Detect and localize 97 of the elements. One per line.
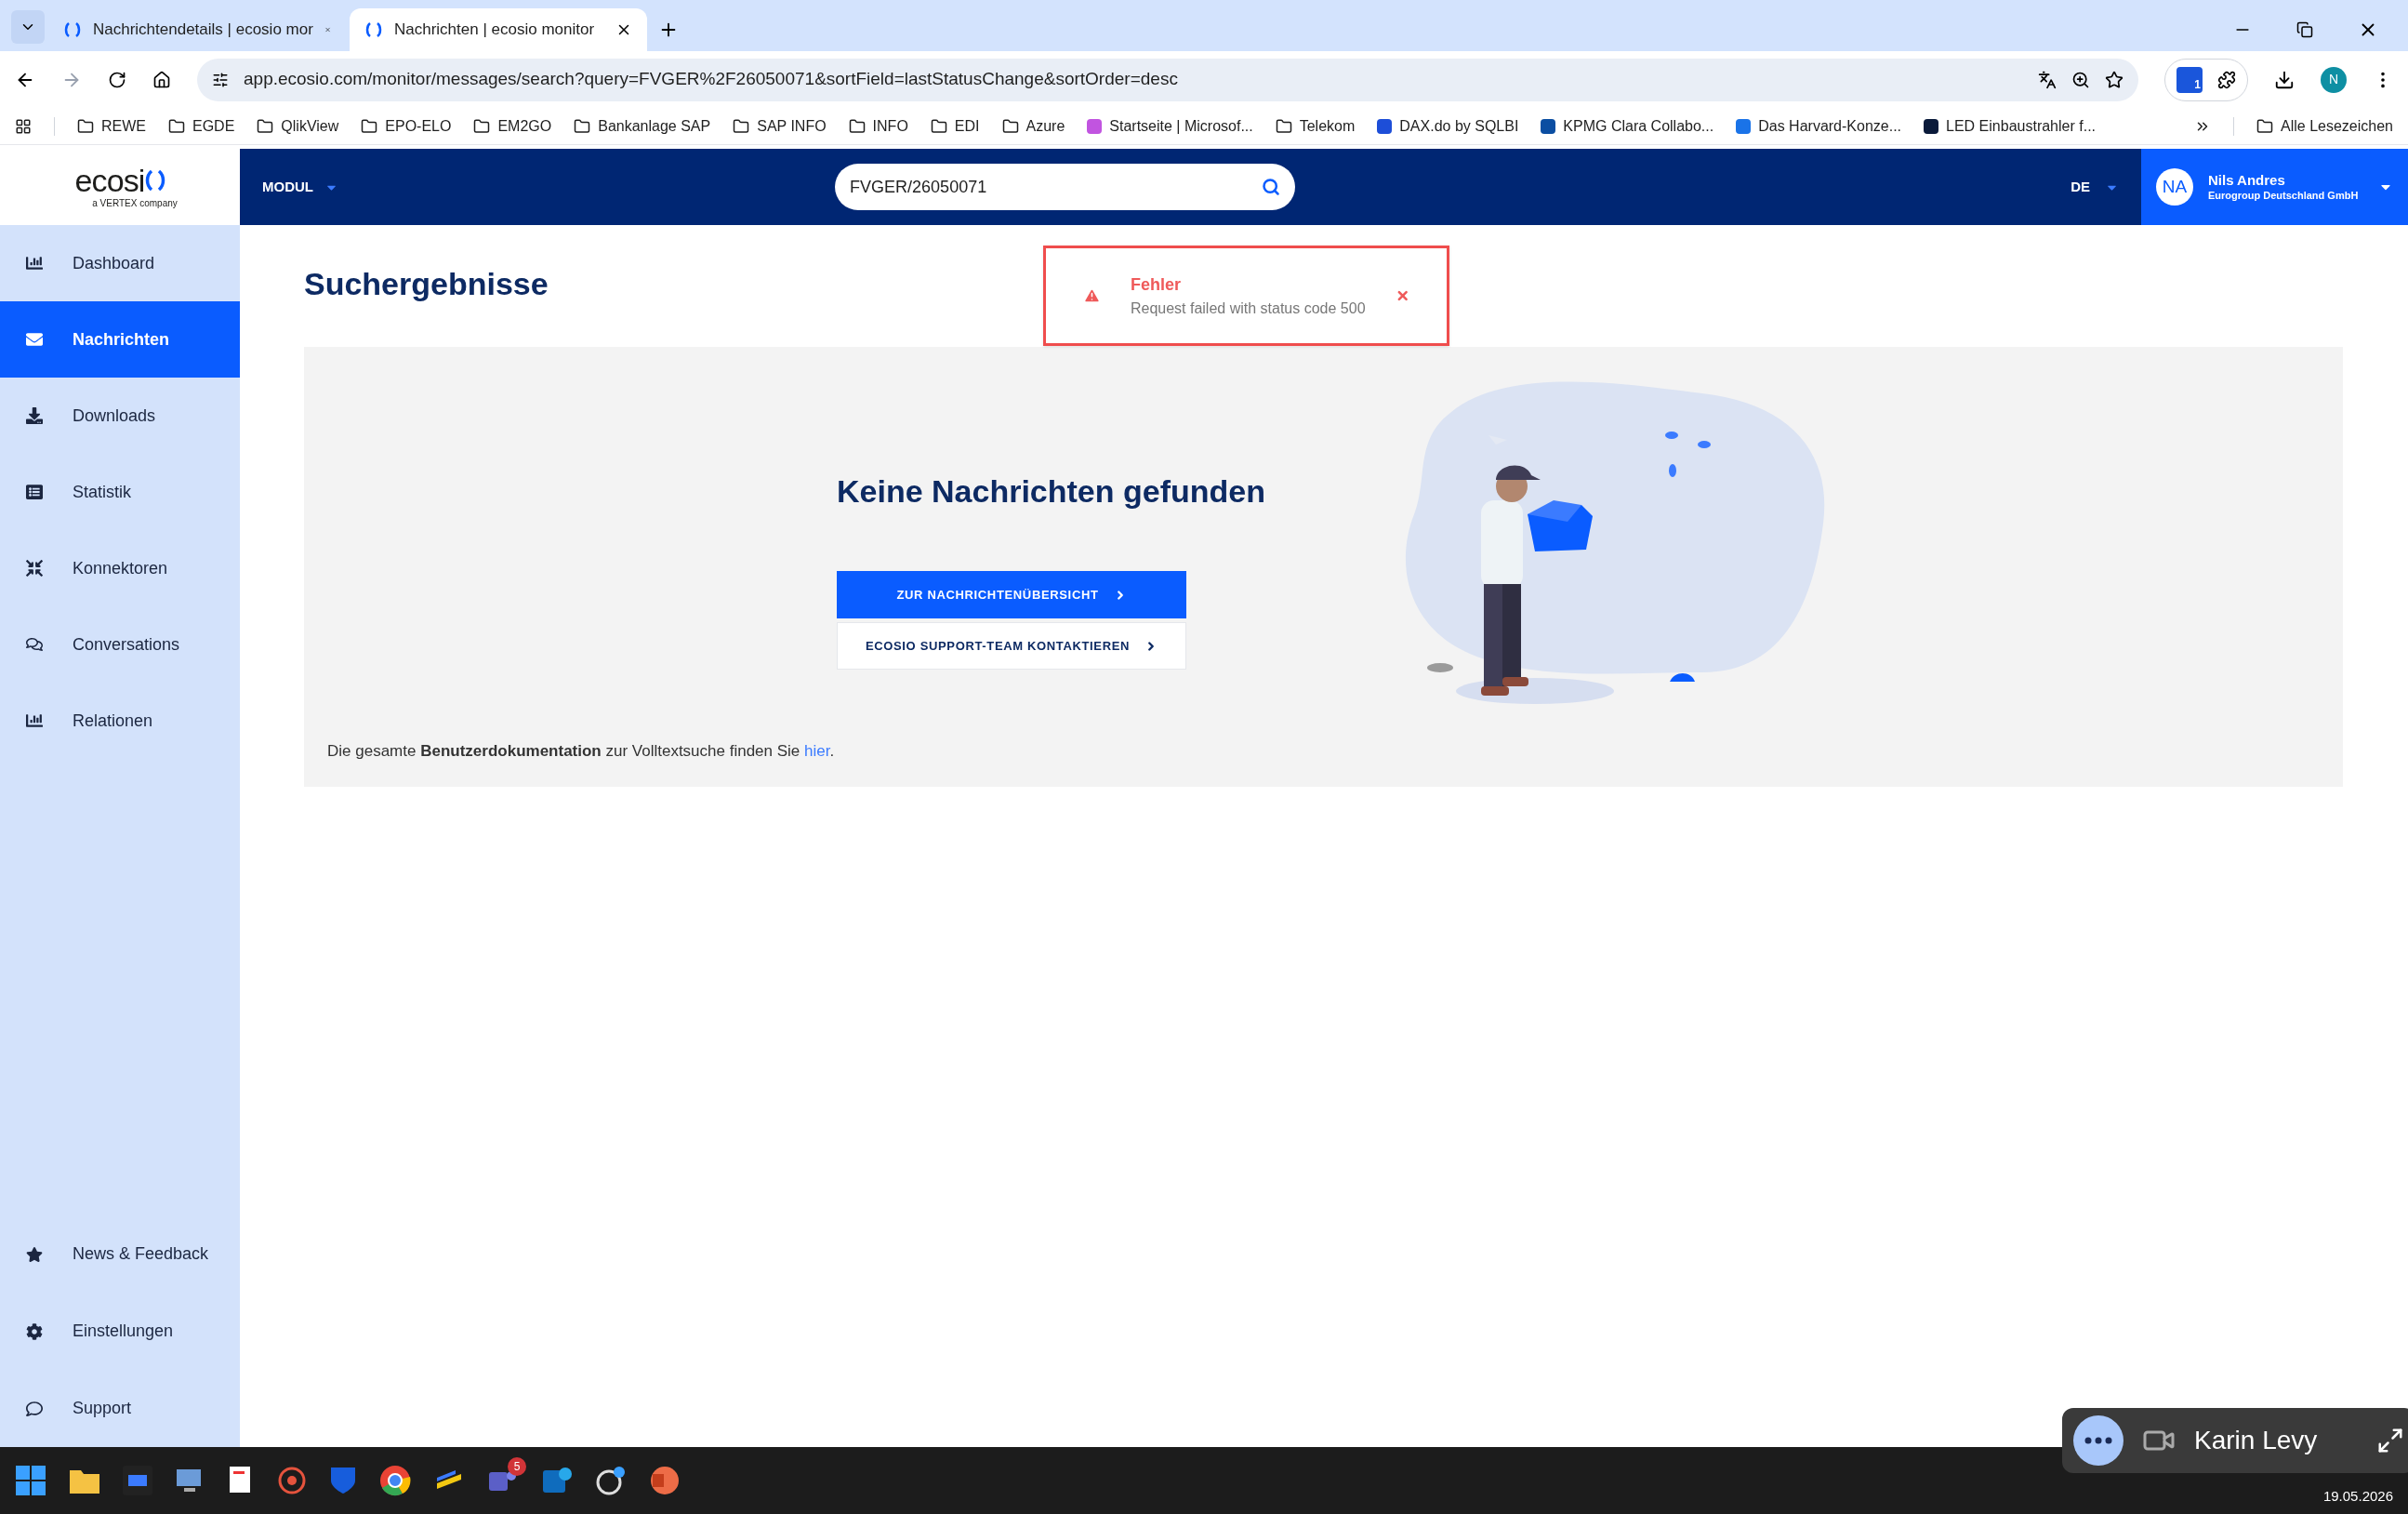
translate-icon[interactable] (2038, 70, 2057, 89)
folder-icon (1001, 117, 1019, 135)
ellipsis-icon (2084, 1437, 2112, 1444)
folder-icon (930, 117, 947, 135)
puzzle-icon[interactable] (2217, 70, 2236, 89)
language-menu[interactable]: DE (2071, 176, 2119, 198)
brackets-icon (63, 21, 82, 38)
overview-button[interactable]: ZUR NACHRICHTENÜBERSICHT (837, 571, 1186, 618)
sidebar-item[interactable]: Statistik (0, 454, 240, 530)
bookmark[interactable]: INFO (848, 114, 908, 138)
home-icon[interactable] (152, 70, 171, 89)
bookmark[interactable]: Das Harvard-Konze... (1736, 114, 1902, 138)
sidebar-item[interactable]: News & Feedback (0, 1215, 240, 1293)
shield-icon[interactable] (329, 1466, 357, 1495)
more-button[interactable] (2073, 1415, 2124, 1466)
bookmark[interactable]: Telekom (1275, 114, 1356, 138)
toast-message: Request failed with status code 500 (1130, 299, 1366, 318)
bookmark[interactable]: EGDE (168, 114, 235, 138)
sidebar-item[interactable]: Einstellungen (0, 1293, 240, 1370)
tab-title: Nachrichten | ecosio monitor (394, 20, 596, 41)
browser-tab[interactable]: Nachrichten | ecosio monitor (350, 8, 647, 51)
bookmark[interactable]: EM2GO (473, 114, 552, 138)
support-button[interactable]: ECOSIO SUPPORT-TEAM KONTAKTIEREN (837, 622, 1186, 670)
bookmark[interactable]: QlikView (257, 114, 339, 138)
chat-icon (26, 636, 43, 653)
download-icon[interactable] (2274, 69, 2295, 90)
browser-tab[interactable]: Nachrichtendetails | ecosio mor (48, 8, 346, 51)
chart-icon (26, 255, 43, 272)
sidebar-item[interactable]: Nachrichten (0, 301, 240, 378)
logo-text: ecosi (74, 164, 145, 196)
folder-icon (2256, 117, 2274, 135)
expand-icon[interactable] (2376, 1427, 2404, 1454)
bookmark[interactable]: Bankanlage SAP (574, 114, 711, 138)
settings-icon (26, 1322, 43, 1340)
bookmark[interactable]: EDI (930, 114, 980, 138)
caller-name: Karin Levy (2194, 1425, 2319, 1456)
folder-icon (574, 117, 591, 135)
folder-icon (473, 117, 491, 135)
sidebar-item[interactable]: Support (0, 1370, 240, 1447)
user-avatar: NA (2156, 168, 2193, 206)
bookmark[interactable]: EPO-ELO (361, 114, 452, 138)
zoom-icon[interactable] (2071, 70, 2090, 89)
folder-icon (361, 117, 378, 135)
folder-icon (168, 117, 185, 135)
sidebar-item[interactable]: Konnektoren (0, 530, 240, 606)
site-settings-icon[interactable] (212, 71, 229, 88)
help-text: Die gesamte Benutzerdokumentation zur Volltextsuche finden Sie hier. (327, 740, 836, 762)
reload-icon[interactable] (108, 70, 126, 89)
sidebar-item[interactable]: Conversations (0, 606, 240, 683)
bookmark[interactable]: Azure (1001, 114, 1065, 138)
user-company: Eurogroup Deutschland GmbH (2208, 189, 2360, 203)
page-title: Suchergebnisse (304, 265, 549, 303)
star-icon (26, 1245, 43, 1263)
url-text: app.ecosio.com/monitor/messages/search?query=FVGER%2F26050071&sortField=lastStatusChange&sortOrder=desc (244, 68, 1179, 91)
search-icon[interactable] (1262, 178, 1281, 196)
sidebar-item[interactable]: Downloads (0, 378, 240, 454)
folder-icon (257, 117, 274, 135)
download-icon (26, 407, 43, 424)
bookmark[interactable]: LED Einbaustrahler f... (1924, 114, 2096, 138)
record-icon[interactable] (277, 1466, 307, 1495)
brackets-icon (144, 167, 165, 193)
folder-icon (848, 117, 866, 135)
bookmark[interactable]: REWE (77, 114, 146, 138)
address-field[interactable]: app.ecosio.com/monitor/messages/search?query=FVGER%2F26050071&sortField=lastStatusChange&sortOrder=desc (197, 58, 2138, 101)
toast-title: Fehler (1130, 273, 1182, 296)
restore-icon[interactable] (2296, 21, 2313, 38)
folder-icon (733, 117, 750, 135)
brackets-icon (364, 21, 383, 38)
module-menu[interactable]: MODUL (262, 176, 338, 198)
tab-title: Nachrichtendetails | ecosio mor (93, 20, 313, 41)
notification-badge: 5 (508, 1457, 526, 1476)
profile-avatar[interactable]: N (2321, 66, 2347, 93)
date-text: 19.05.2026 (2322, 1486, 2393, 1506)
chart-icon (26, 712, 43, 729)
speech-bubble-icon (26, 1400, 43, 1417)
bookmark[interactable]: SAP INFO (733, 114, 827, 138)
user-name: Nils Andres (2208, 171, 2286, 190)
envelope-icon (26, 331, 43, 348)
search-field[interactable]: FVGER/26050071 (835, 164, 1296, 210)
user-menu[interactable]: NA Nils Andres Eurogroup Deutschland GmbH (2141, 149, 2408, 225)
bookmark[interactable]: Alle Lesezeichen (2256, 114, 2393, 138)
logo-tagline: a VERTEX company (92, 196, 178, 210)
browser-icon[interactable] (379, 1465, 411, 1496)
folder-icon (77, 117, 94, 135)
folder-icon (1275, 117, 1292, 135)
cross-arrows-icon (26, 560, 43, 577)
empty-heading: Keine Nachrichten gefunden (837, 472, 1265, 511)
bookmark[interactable]: Startseite | Microsof... (1087, 114, 1253, 138)
list-icon (26, 484, 43, 500)
bookmark[interactable]: DAX.do by SQLBI (1377, 114, 1519, 138)
sidebar-item[interactable]: Relationen (0, 683, 240, 759)
windows-icon[interactable] (15, 1465, 46, 1496)
bookmark[interactable]: KPMG Clara Collabo... (1541, 114, 1714, 138)
extension-button[interactable]: 1 (2176, 66, 2203, 93)
sidebar-item[interactable]: Dashboard (0, 225, 240, 301)
bookmark-star-icon[interactable] (2105, 70, 2124, 89)
apps-icon[interactable] (15, 117, 32, 135)
